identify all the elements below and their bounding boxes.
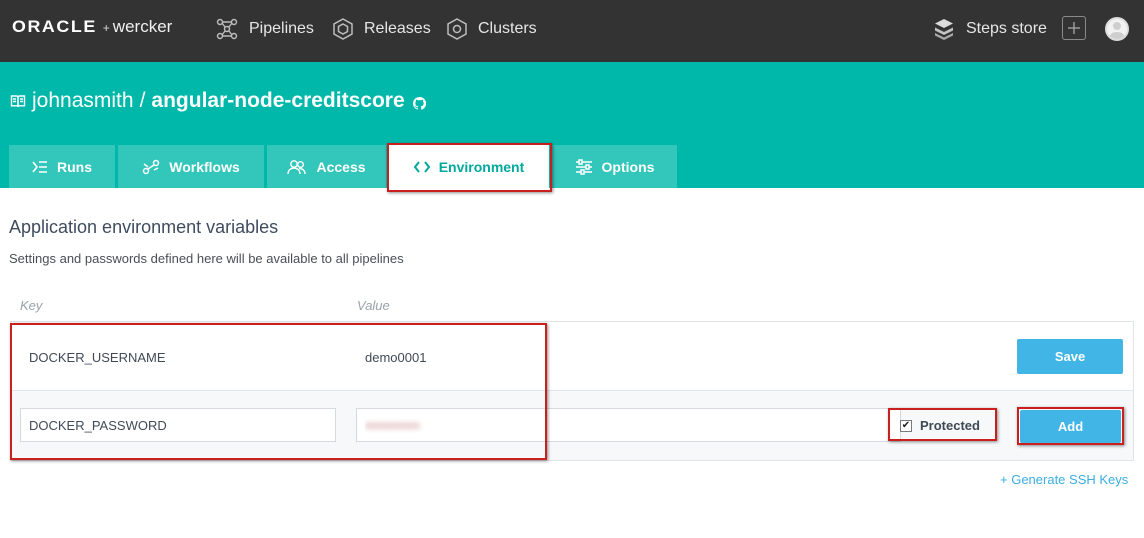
- column-header-key: Key: [20, 298, 43, 313]
- top-navbar: ORACLE + wercker Pipelines Releases Clus…: [0, 0, 1144, 62]
- breadcrumb-separator: /: [139, 89, 146, 112]
- nav-clusters-label: Clusters: [478, 20, 537, 37]
- options-icon: [575, 158, 592, 175]
- clusters-icon: [447, 18, 467, 40]
- project-header: johnasmith / angular-node-creditscore Ru…: [0, 62, 1144, 188]
- repo-name-link[interactable]: angular-node-creditscore: [151, 89, 404, 113]
- nav-releases-label: Releases: [364, 20, 431, 37]
- tab-access-label: Access: [316, 158, 366, 175]
- tab-environment[interactable]: Environment: [389, 145, 549, 188]
- new-key-input[interactable]: [20, 408, 336, 442]
- tab-workflows-label: Workflows: [169, 158, 240, 175]
- nav-steps-store-label: Steps store: [966, 20, 1047, 37]
- github-icon[interactable]: [412, 96, 426, 110]
- tab-options-label: Options: [601, 158, 655, 175]
- releases-icon: [333, 18, 353, 40]
- new-value-input[interactable]: [356, 408, 901, 442]
- nav-steps-store[interactable]: Steps store: [932, 14, 1047, 44]
- tab-workflows[interactable]: Workflows: [118, 145, 264, 188]
- add-button[interactable]: [1062, 16, 1086, 40]
- tab-runs[interactable]: Runs: [9, 145, 115, 188]
- column-header-value: Value: [357, 298, 390, 313]
- checkbox-checked-icon[interactable]: ✔: [900, 419, 912, 432]
- tab-options[interactable]: Options: [552, 145, 677, 188]
- variable-value: demo0001: [365, 350, 427, 365]
- repo-owner-link[interactable]: johnasmith: [32, 89, 134, 113]
- generate-ssh-keys-link[interactable]: + Generate SSH Keys: [1000, 472, 1128, 487]
- logo-wercker-text: wercker: [112, 17, 173, 36]
- nav-pipelines-label: Pipelines: [249, 20, 314, 37]
- protected-checkbox[interactable]: ✔ Protected: [900, 418, 980, 433]
- workflows-icon: [142, 159, 160, 174]
- steps-store-icon: [935, 19, 953, 40]
- user-icon: [1109, 22, 1125, 39]
- tab-access[interactable]: Access: [267, 145, 386, 188]
- nav-clusters[interactable]: Clusters: [446, 14, 537, 44]
- nav-releases[interactable]: Releases: [332, 14, 431, 44]
- access-icon: [287, 159, 307, 174]
- repository-book-icon: [10, 95, 26, 108]
- oracle-wercker-logo[interactable]: ORACLE + wercker: [11, 17, 173, 41]
- breadcrumb: johnasmith / angular-node-creditscore: [10, 89, 426, 113]
- nav-pipelines[interactable]: Pipelines: [215, 14, 314, 44]
- save-button[interactable]: Save: [1017, 339, 1123, 374]
- add-button[interactable]: Add: [1020, 410, 1121, 443]
- row-divider: [10, 390, 1134, 391]
- logo-plus-text: +: [102, 21, 110, 35]
- runs-icon: [32, 160, 47, 173]
- pipelines-icon: [216, 18, 238, 40]
- tab-environment-label: Environment: [438, 158, 525, 175]
- avatar[interactable]: [1105, 17, 1129, 41]
- code-icon: [413, 160, 430, 173]
- variable-key: DOCKER_USERNAME: [29, 350, 166, 365]
- protected-label: Protected: [920, 418, 980, 433]
- page-title: Application environment variables: [9, 217, 279, 237]
- tab-runs-label: Runs: [57, 158, 92, 175]
- plus-icon: [1068, 22, 1080, 34]
- logo-oracle-text: ORACLE: [11, 17, 97, 36]
- page-description: Settings and passwords defined here will…: [9, 251, 404, 266]
